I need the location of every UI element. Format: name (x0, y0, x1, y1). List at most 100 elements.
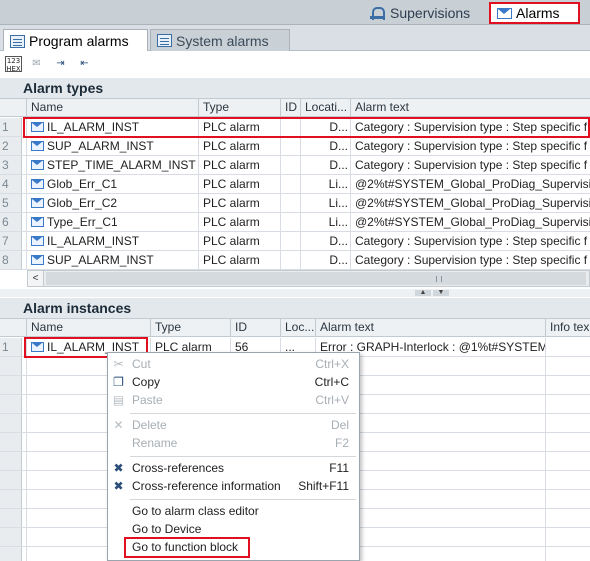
menu-item-paste[interactable]: ▤ Paste Ctrl+V (108, 391, 359, 409)
col-alarm-text[interactable]: Alarm text (350, 99, 590, 116)
menu-item-go-to-device[interactable]: Go to Device (108, 520, 359, 538)
horizontal-scrollbar[interactable]: < (27, 270, 590, 287)
cell-text[interactable]: Category : Supervision type : Step speci… (350, 137, 590, 155)
inst-col-info-text[interactable]: Info tex (545, 319, 590, 336)
cell-info[interactable] (545, 357, 590, 375)
cell-name[interactable]: Glob_Err_C1 (26, 175, 198, 193)
cell-info[interactable] (545, 414, 590, 432)
cell-text[interactable]: Category : Supervision type : Step speci… (350, 156, 590, 174)
menu-item-cross-references[interactable]: ✖ Cross-references F11 (108, 459, 359, 477)
cell-text[interactable]: Category : Supervision type : Step speci… (350, 118, 590, 136)
collapse-down-icon[interactable]: ▼ (433, 289, 449, 296)
tab-system-alarms[interactable]: System alarms (150, 29, 290, 51)
cell-text[interactable]: @2%t#SYSTEM_Global_ProDiag_Supervision (350, 194, 590, 212)
col-location[interactable]: Locati... (300, 99, 350, 116)
menu-item-cut[interactable]: ✂ Cut Ctrl+X (108, 355, 359, 373)
col-name[interactable]: Name (26, 99, 198, 116)
cell-location[interactable]: D... (300, 251, 350, 269)
col-type[interactable]: Type (198, 99, 280, 116)
cell-location[interactable]: Li... (300, 213, 350, 231)
cell-type[interactable]: PLC alarm (198, 175, 280, 193)
cell-name[interactable]: IL_ALARM_INST (26, 232, 198, 250)
pane-splitter[interactable]: ▲ ▼ (0, 289, 590, 297)
cell-name[interactable]: STEP_TIME_ALARM_INST (26, 156, 198, 174)
inst-col-id[interactable]: ID (230, 319, 280, 336)
hex-display-icon[interactable]: 123 HEX (5, 56, 22, 73)
cell-location[interactable]: D... (300, 118, 350, 136)
inst-col-alarm-text[interactable]: Alarm text (315, 319, 545, 336)
cell-info[interactable] (545, 471, 590, 489)
menu-item-rename[interactable]: Rename F2 (108, 434, 359, 452)
cell-location[interactable]: D... (300, 137, 350, 155)
menu-rename-label: Rename (132, 436, 178, 450)
cell-info[interactable] (545, 338, 590, 356)
cell-info[interactable] (545, 433, 590, 451)
import-icon[interactable]: ⇤ (76, 56, 93, 72)
menu-paste-label: Paste (132, 393, 163, 407)
cell-type[interactable]: PLC alarm (198, 213, 280, 231)
cell-name[interactable]: SUP_ALARM_INST (26, 137, 198, 155)
tab-program-alarms[interactable]: Program alarms (3, 29, 148, 52)
cell-type[interactable]: PLC alarm (198, 156, 280, 174)
cell-id[interactable] (280, 156, 300, 174)
cell-location[interactable]: Li... (300, 175, 350, 193)
cell-id[interactable] (280, 175, 300, 193)
inst-col-type[interactable]: Type (150, 319, 230, 336)
cell-type[interactable]: PLC alarm (198, 118, 280, 136)
table-row[interactable]: 3 STEP_TIME_ALARM_INST PLC alarm D... Catego… (0, 156, 590, 175)
col-id[interactable]: ID (280, 99, 300, 116)
cell-info[interactable] (545, 528, 590, 546)
cell-id[interactable] (280, 251, 300, 269)
cell-text[interactable]: Category : Supervision type : Step speci… (350, 251, 590, 269)
cell-name[interactable]: Glob_Err_C2 (26, 194, 198, 212)
scroll-grip (436, 276, 442, 282)
paste-icon: ▤ (112, 393, 125, 407)
cell-id[interactable] (280, 118, 300, 136)
scroll-thumb[interactable] (46, 272, 586, 285)
cell-name[interactable]: IL_ALARM_INST (26, 118, 198, 136)
cell-text[interactable]: @2%t#SYSTEM_Global_ProDiag_Supervision (350, 213, 590, 231)
cell-id[interactable] (280, 232, 300, 250)
inst-col-name[interactable]: Name (26, 319, 150, 336)
cell-text[interactable]: @2%t#SYSTEM_Global_ProDiag_Supervision (350, 175, 590, 193)
collapse-up-icon[interactable]: ▲ (415, 289, 431, 296)
cell-type[interactable]: PLC alarm (198, 232, 280, 250)
cell-text[interactable]: Category : Supervision type : Step speci… (350, 232, 590, 250)
alarm-envelope-disabled-icon[interactable]: ✉ (28, 56, 45, 72)
inst-col-location[interactable]: Loc... (280, 319, 315, 336)
cell-id[interactable] (280, 137, 300, 155)
cell-name[interactable]: SUP_ALARM_INST (26, 251, 198, 269)
menu-item-cross-reference-information[interactable]: ✖ Cross-reference information Shift+F11 (108, 477, 359, 495)
tab-supervisions[interactable]: Supervisions (364, 2, 488, 24)
table-row[interactable]: 5 Glob_Err_C2 PLC alarm Li... @2%t#SYSTEM_Gl… (0, 194, 590, 213)
cell-location[interactable]: D... (300, 156, 350, 174)
cell-id[interactable] (280, 213, 300, 231)
tab-alarms[interactable]: Alarms (489, 2, 580, 24)
cell-location[interactable]: D... (300, 232, 350, 250)
cell-id[interactable] (280, 194, 300, 212)
table-row[interactable]: 1 IL_ALARM_INST PLC alarm D... Category : Su… (0, 118, 590, 137)
table-row[interactable]: 8 SUP_ALARM_INST PLC alarm D... Category : S… (0, 251, 590, 270)
scroll-left-icon[interactable]: < (28, 271, 44, 286)
table-row[interactable]: 4 Glob_Err_C1 PLC alarm Li... @2%t#SYSTEM_Gl… (0, 175, 590, 194)
cell-info[interactable] (545, 452, 590, 470)
cell-info[interactable] (545, 509, 590, 527)
cell-info[interactable] (545, 490, 590, 508)
cell-info[interactable] (545, 376, 590, 394)
cell-type[interactable]: PLC alarm (198, 251, 280, 269)
export-icon[interactable]: ⇥ (52, 56, 69, 72)
cell-info[interactable] (545, 395, 590, 413)
cell-name[interactable]: Type_Err_C1 (26, 213, 198, 231)
menu-item-delete[interactable]: ✕ Delete Del (108, 416, 359, 434)
menu-delete-label: Delete (132, 418, 167, 432)
cell-type[interactable]: PLC alarm (198, 137, 280, 155)
table-row[interactable]: 6 Type_Err_C1 PLC alarm Li... @2%t#SYSTEM_Gl… (0, 213, 590, 232)
cell-type[interactable]: PLC alarm (198, 194, 280, 212)
highlight-go-to-function-block (124, 537, 250, 558)
table-row[interactable]: 2 SUP_ALARM_INST PLC alarm D... Category : S… (0, 137, 590, 156)
table-row[interactable]: 7 IL_ALARM_INST PLC alarm D... Category : Su… (0, 232, 590, 251)
cell-location[interactable]: Li... (300, 194, 350, 212)
menu-item-go-to-alarm-class-editor[interactable]: Go to alarm class editor (108, 502, 359, 520)
cell-info[interactable] (545, 547, 590, 561)
menu-item-copy[interactable]: ❐ Copy Ctrl+C (108, 373, 359, 391)
